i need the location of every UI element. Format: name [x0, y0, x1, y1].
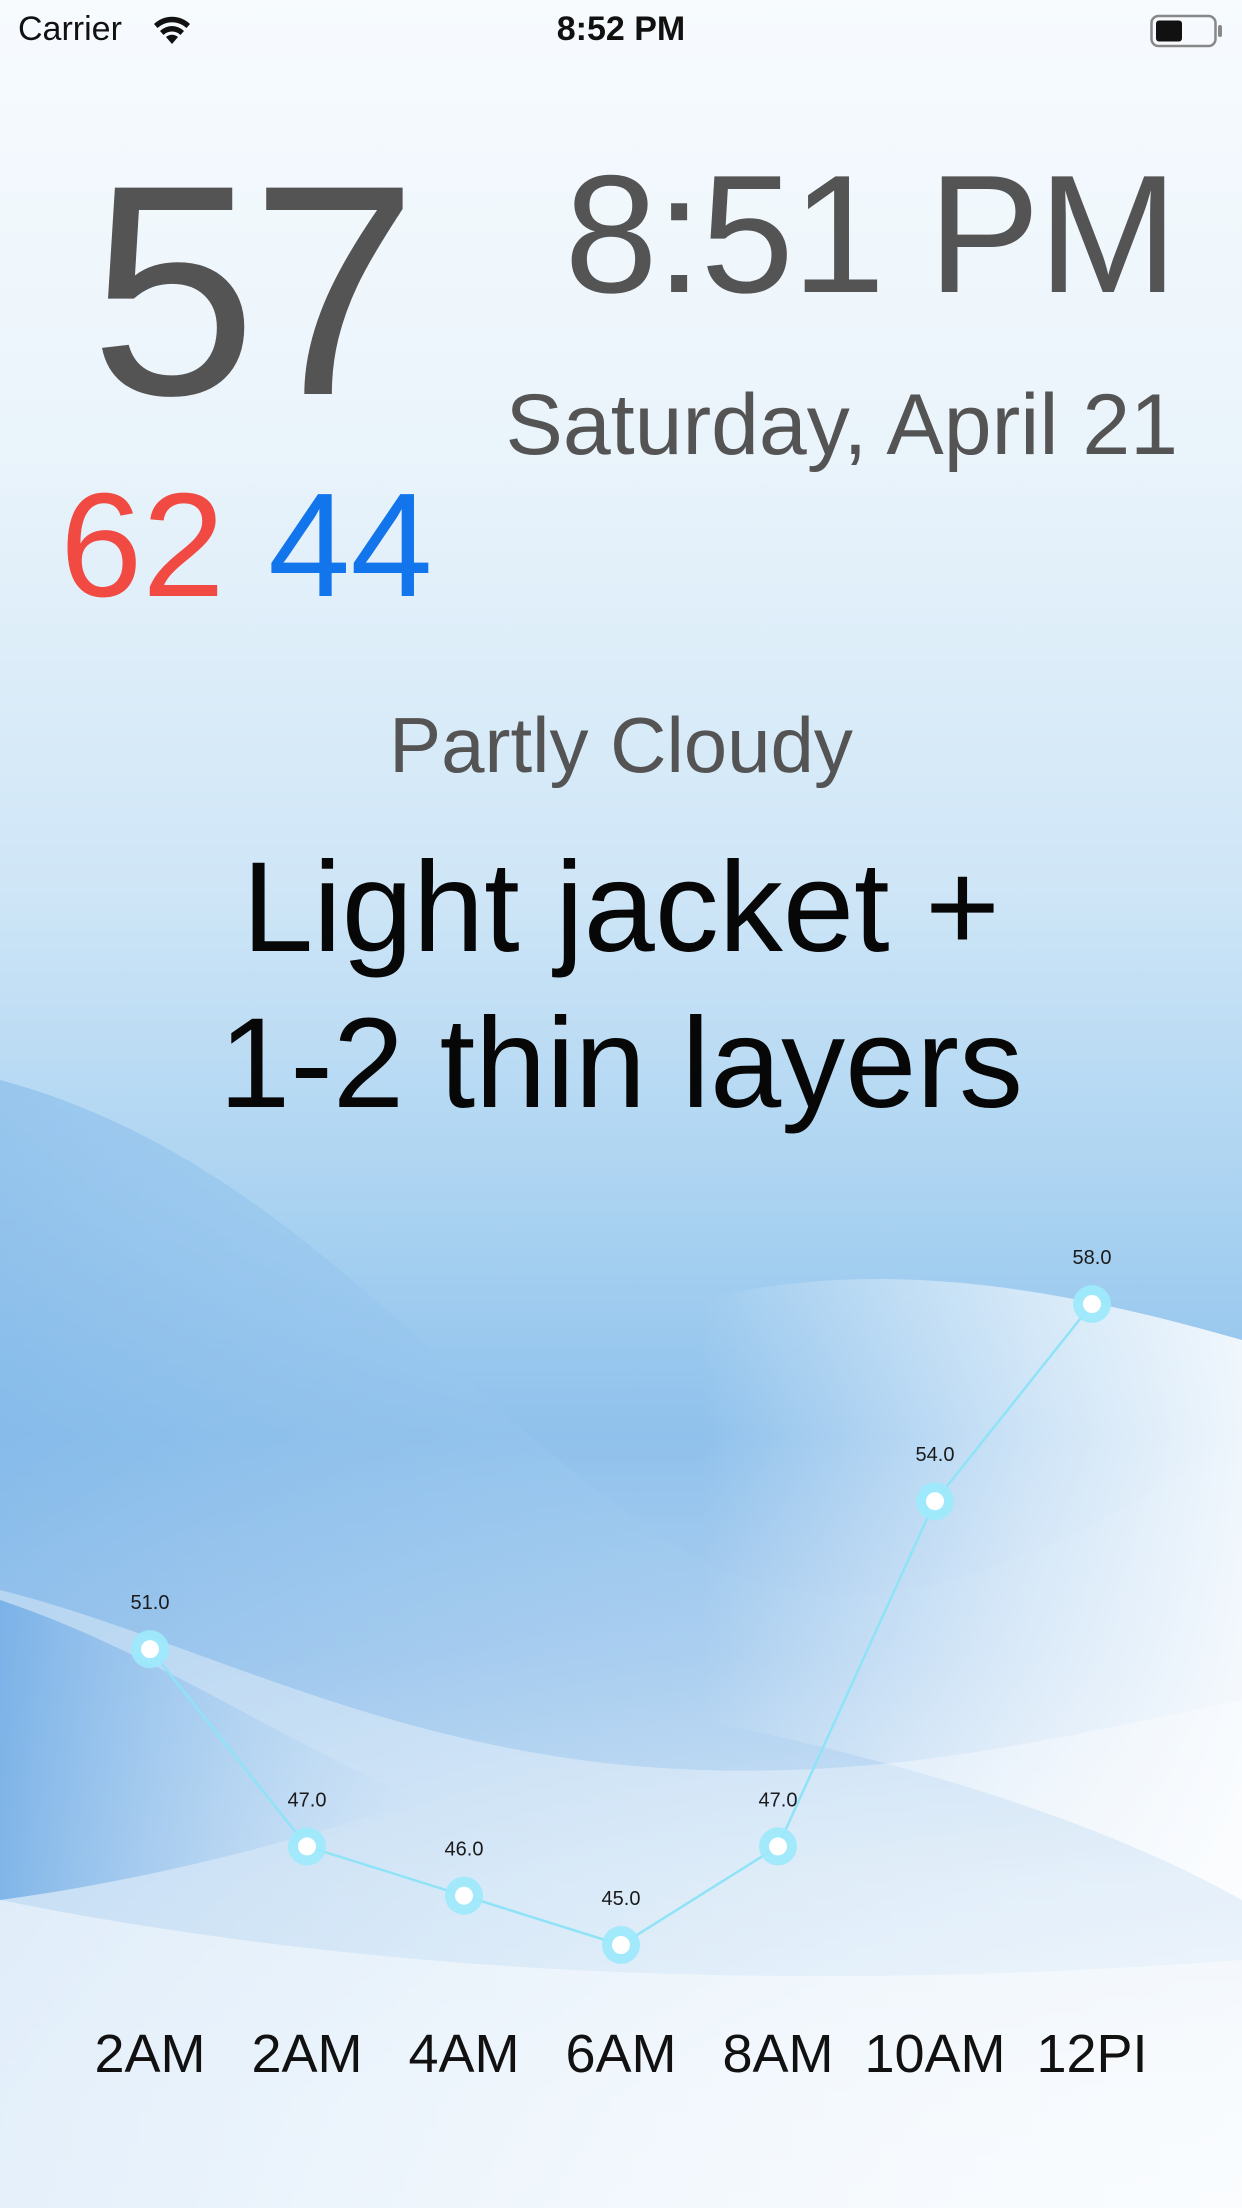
current-time: 8:51 PM — [564, 140, 1178, 328]
x-tick-label: 12PI — [1036, 2024, 1147, 2084]
battery-icon — [1150, 14, 1222, 48]
data-point-center — [455, 1886, 473, 1905]
x-tick-label: 8AM — [722, 2024, 833, 2084]
x-tick-label: 4AM — [408, 2024, 519, 2084]
data-point-center — [769, 1837, 787, 1856]
clothing-advice-line-1: Light jacket + — [242, 836, 1000, 979]
data-point-center — [926, 1492, 944, 1511]
clothing-advice: Light jacket + 1-2 thin layers — [100, 830, 1142, 1142]
current-temperature: 57 — [90, 122, 418, 458]
clothing-advice-line-2: 1-2 thin layers — [219, 992, 1023, 1135]
x-tick-label: 2AM — [251, 2024, 362, 2084]
status-clock: 8:52 PM — [556, 10, 686, 48]
low-temperature: 44 — [268, 463, 433, 628]
current-date: Saturday, April 21 — [505, 377, 1178, 473]
data-point-center — [612, 1936, 630, 1954]
data-label: 46.0 — [445, 1839, 484, 1861]
data-point-center — [141, 1640, 159, 1659]
data-point-center — [298, 1837, 316, 1856]
weather-condition: Partly Cloudy — [389, 701, 853, 789]
data-label: 45.0 — [602, 1888, 641, 1910]
high-temperature: 62 — [60, 463, 225, 628]
data-label: 47.0 — [288, 1789, 327, 1811]
x-tick-label: 6AM — [565, 2024, 676, 2084]
data-label: 47.0 — [759, 1789, 798, 1811]
data-point-center — [1083, 1295, 1101, 1313]
data-label: 54.0 — [916, 1444, 955, 1466]
x-tick-label: 2AM — [94, 2024, 205, 2084]
data-label: 51.0 — [131, 1592, 170, 1614]
x-tick-label: 10AM — [864, 2024, 1005, 2084]
data-label: 58.0 — [1073, 1247, 1112, 1269]
hourly-temperature-chart: 51.0 2AM 47.0 2AM 46.0 4AM 45.0 6AM 47.0 8AM 54.0 1… — [94, 1247, 1147, 2084]
status-bar: Carrier 8:52 PM — [0, 0, 1242, 60]
